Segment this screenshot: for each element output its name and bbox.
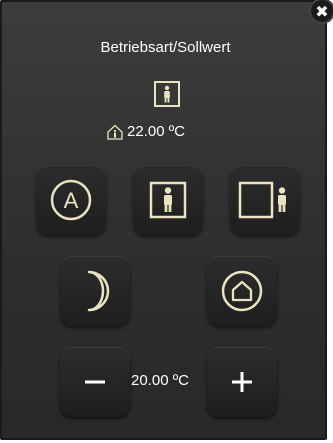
setpoint-temperature-value: 20.00 ºC — [131, 372, 190, 389]
standby-mode-button[interactable] — [230, 165, 300, 235]
popup-title: Betriebsart/Sollwert — [100, 39, 231, 56]
comfort-mode-button[interactable] — [133, 165, 203, 235]
moon-icon — [87, 270, 110, 312]
minus-icon — [85, 380, 105, 384]
increase-setpoint-button[interactable] — [207, 347, 277, 417]
house-info-icon — [107, 124, 123, 140]
auto-mode-label: A — [64, 188, 79, 213]
night-mode-button[interactable] — [60, 256, 130, 326]
person-icon — [164, 85, 170, 103]
frost-protection-button[interactable] — [207, 256, 277, 326]
close-icon: ✖ — [315, 1, 329, 21]
standby-person-icon — [238, 181, 286, 219]
house-protection-icon — [221, 270, 263, 312]
auto-mode-button[interactable]: A — [36, 165, 106, 235]
decrease-setpoint-button[interactable] — [60, 347, 130, 417]
plus-icon — [232, 372, 252, 392]
actual-temperature-row: 22.00 ºC — [107, 123, 185, 140]
close-button[interactable]: ✖ — [311, 0, 333, 22]
operating-mode-popup: Betriebsart/Sollwert 22.00 ºC A 20.00 ºC — [0, 0, 327, 440]
current-mode-indicator-icon — [154, 81, 180, 107]
comfort-person-icon — [149, 181, 187, 219]
auto-mode-icon: A — [50, 179, 92, 221]
actual-temperature-value: 22.00 ºC — [127, 123, 186, 140]
